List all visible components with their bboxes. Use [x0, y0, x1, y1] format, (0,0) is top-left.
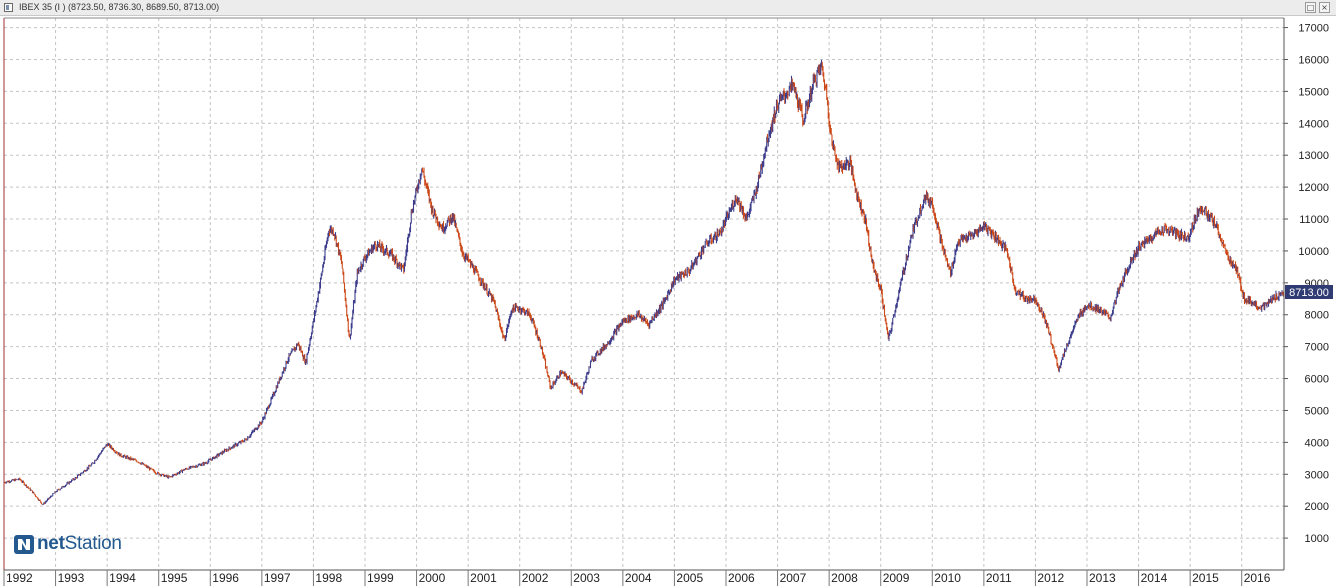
x-tick-label: 1998	[315, 571, 342, 585]
netstation-logo: netStation	[14, 533, 122, 555]
restore-button[interactable]: □	[1305, 2, 1316, 13]
y-tick-label: 17000	[1298, 23, 1329, 35]
x-tick-label: 2011	[986, 571, 1012, 585]
x-tick-label: 2014	[1141, 571, 1168, 585]
y-axis: 1000200030004000500060007000800090001000…	[1284, 23, 1329, 545]
y-tick-label: 4000	[1305, 437, 1329, 449]
netstation-n-icon	[14, 534, 34, 554]
logo-text-suffix: Station	[64, 533, 122, 554]
chart-window-icon	[4, 3, 13, 12]
x-tick-label: 1997	[264, 571, 291, 585]
last-value-label: 8713.00	[1289, 287, 1329, 299]
x-tick-label: 1993	[58, 571, 85, 585]
x-tick-label: 2016	[1244, 571, 1271, 585]
y-tick-label: 14000	[1298, 118, 1329, 130]
x-tick-label: 2004	[625, 571, 652, 585]
x-axis: 1992 1993 1994 1995 1996 1997 1998 1999 2000 2001…	[3, 570, 1271, 586]
x-tick-label: 1994	[109, 571, 136, 585]
chart-area: 1000 2000 3000 4000 5000 6000 7000 8000 9000 1000…	[0, 16, 1336, 586]
window-title: IBEX 35 (I ) (8723.50, 8736.30, 8689.50,…	[19, 2, 220, 12]
x-tick-label: 2001	[470, 571, 497, 585]
y-tick-label: 15000	[1298, 86, 1329, 98]
x-tick-label: 2007	[780, 571, 807, 585]
y-tick-label: 3000	[1305, 469, 1329, 481]
close-button[interactable]: ×	[1319, 2, 1330, 13]
y-tick-label: 8000	[1305, 310, 1329, 322]
x-tick-label: 2008	[831, 571, 858, 585]
x-tick-label: 1995	[161, 571, 188, 585]
y-tick-label: 6000	[1305, 374, 1329, 386]
logo-text-prefix: net	[37, 533, 65, 554]
y-tick-label: 16000	[1298, 54, 1329, 66]
price-chart: 1000200030004000500060007000800090001000…	[3, 17, 1333, 586]
x-tick-label: 2000	[419, 571, 446, 585]
chart-grid	[3, 18, 1284, 570]
x-tick-label: 1999	[367, 571, 394, 585]
x-tick-label: 2010	[934, 571, 961, 585]
logo-text: netStation	[37, 533, 122, 555]
last-value-marker: 8713.00	[1285, 284, 1333, 299]
x-tick-label: 2002	[522, 571, 549, 585]
x-tick-label: 2006	[728, 571, 755, 585]
x-tick-label: 1992	[6, 571, 33, 585]
x-tick-label: 2015	[1192, 571, 1219, 585]
x-tick-label: 1996	[212, 571, 239, 585]
x-tick-label: 2003	[573, 571, 600, 585]
y-tick-label: 2000	[1305, 501, 1329, 513]
x-tick-label: 2009	[883, 571, 910, 585]
y-tick-label: 7000	[1305, 342, 1329, 354]
chart-frame-border	[3, 17, 1285, 571]
x-tick-label: 2012	[1037, 571, 1064, 585]
y-tick-label: 1000	[1305, 533, 1329, 545]
y-tick-label: 13000	[1298, 150, 1329, 162]
y-tick-label: 12000	[1298, 182, 1329, 194]
x-tick-label: 2005	[676, 571, 703, 585]
y-tick-label: 10000	[1298, 246, 1329, 258]
y-tick-label: 5000	[1305, 405, 1329, 417]
x-tick-label: 2013	[1089, 571, 1116, 585]
window-titlebar: IBEX 35 (I ) (8723.50, 8736.30, 8689.50,…	[0, 0, 1336, 16]
y-tick-label: 11000	[1299, 214, 1329, 226]
